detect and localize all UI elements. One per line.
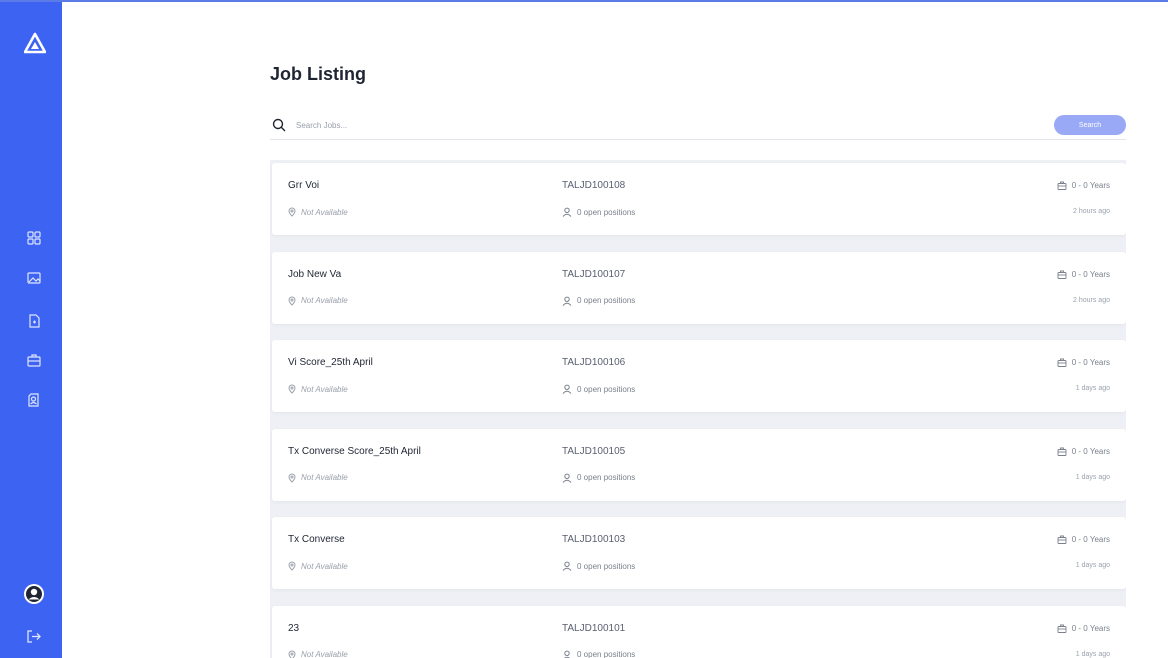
job-location-text: Not Available [301, 296, 348, 305]
job-title: Tx Converse [288, 534, 345, 545]
job-positions: 0 open positions [562, 561, 635, 571]
job-positions: 0 open positions [562, 296, 635, 306]
job-positions: 0 open positions [562, 650, 635, 658]
job-positions: 0 open positions [562, 207, 635, 217]
document-icon[interactable] [26, 313, 42, 329]
person-icon [562, 384, 572, 394]
job-posted-time: 2 hours ago [1073, 296, 1110, 304]
triangle-logo-icon[interactable] [24, 32, 46, 54]
job-experience: 0 - 0 Years [1057, 447, 1110, 456]
job-experience: 0 - 0 Years [1057, 624, 1110, 633]
job-positions-text: 0 open positions [577, 650, 636, 658]
job-id: TALJD100103 [562, 534, 626, 545]
job-posted-time: 1 days ago [1075, 473, 1110, 481]
job-posted-time: 2 hours ago [1073, 208, 1110, 215]
briefcase-icon [1057, 447, 1067, 456]
job-title: Job New Va [288, 268, 342, 280]
job-experience-text: 0 - 0 Years [1071, 623, 1110, 633]
briefcase-icon [1057, 624, 1067, 633]
job-posted-time: 1 days ago [1075, 650, 1110, 658]
job-title: Grr Voi [288, 180, 320, 191]
job-location: Not Available [288, 296, 348, 306]
job-experience: 0 - 0 Years [1057, 181, 1110, 190]
job-positions: 0 open positions [562, 384, 635, 394]
job-experience-text: 0 - 0 Years [1071, 446, 1110, 456]
job-location: Not Available [288, 650, 348, 658]
logout-icon[interactable] [25, 628, 42, 645]
person-icon [562, 296, 572, 306]
job-location: Not Available [288, 207, 348, 217]
job-location: Not Available [288, 561, 348, 571]
job-positions-text: 0 open positions [577, 561, 636, 571]
job-id: TALJD100106 [562, 357, 626, 368]
job-location-text: Not Available [301, 384, 348, 394]
job-positions: 0 open positions [562, 473, 635, 483]
job-experience-text: 0 - 0 Years [1071, 269, 1110, 279]
location-pin-icon [288, 384, 296, 394]
job-id: TALJD100101 [562, 622, 626, 634]
job-positions-text: 0 open positions [577, 207, 636, 217]
job-experience: 0 - 0 Years [1057, 358, 1110, 367]
job-experience: 0 - 0 Years [1057, 535, 1110, 544]
job-location-text: Not Available [301, 561, 348, 571]
search-bar: Search [270, 114, 1126, 140]
job-experience-text: 0 - 0 Years [1071, 535, 1110, 544]
search-icon [272, 118, 286, 132]
briefcase-icon [1057, 270, 1067, 279]
job-card[interactable]: Grr Voi Not Available TALJD100108 0 open… [272, 163, 1126, 235]
sidebar [0, 2, 62, 658]
job-positions-text: 0 open positions [577, 296, 636, 305]
job-location-text: Not Available [301, 207, 348, 217]
job-posted-time: 1 days ago [1075, 385, 1110, 392]
briefcase-icon[interactable] [26, 352, 42, 368]
dashboard-grid-icon[interactable] [26, 230, 42, 246]
person-icon [563, 650, 571, 658]
job-experience-text: 0 - 0 Years [1071, 358, 1110, 367]
job-id: TALJD100105 [562, 445, 626, 457]
main-content: Job Listing Search Grr Voi Not Available… [62, 2, 1168, 658]
job-experience-text: 0 - 0 Years [1071, 181, 1110, 190]
briefcase-icon [1057, 535, 1067, 544]
job-id: TALJD100107 [562, 268, 626, 280]
location-pin-icon [288, 561, 296, 571]
job-posted-time: 1 days ago [1075, 562, 1110, 569]
job-location: Not Available [288, 384, 348, 394]
job-id: TALJD100108 [562, 180, 626, 191]
job-card[interactable]: Tx Converse Score_25th April Not Availab… [272, 428, 1126, 501]
person-icon [562, 561, 572, 571]
job-location-text: Not Available [301, 473, 348, 482]
person-icon [562, 473, 572, 483]
job-title: Vi Score_25th April [288, 357, 373, 368]
job-card[interactable]: Tx Converse Not Available TALJD100103 0 … [272, 517, 1126, 589]
location-pin-icon [288, 650, 296, 658]
job-card[interactable]: Vi Score_25th April Not Available TALJD1… [272, 340, 1126, 412]
job-positions-text: 0 open positions [577, 384, 636, 394]
person-icon [562, 207, 572, 217]
job-card[interactable]: Job New Va Not Available TALJD100107 0 o… [272, 251, 1126, 324]
image-gallery-icon[interactable] [26, 270, 42, 286]
job-title: Tx Converse Score_25th April [288, 445, 421, 457]
job-experience: 0 - 0 Years [1057, 270, 1110, 279]
profile-document-icon[interactable] [26, 392, 42, 408]
job-location: Not Available [288, 473, 348, 483]
user-avatar-icon[interactable] [23, 583, 45, 605]
search-button[interactable]: Search [1054, 115, 1126, 135]
search-input[interactable] [296, 116, 896, 134]
briefcase-icon [1057, 181, 1067, 190]
page-title: Job Listing [270, 64, 366, 84]
location-pin-icon [288, 207, 296, 217]
job-location-text: Not Available [301, 650, 348, 658]
briefcase-icon [1057, 358, 1067, 367]
location-pin-icon [288, 473, 296, 483]
job-positions-text: 0 open positions [577, 473, 636, 482]
job-title: 23 [288, 622, 300, 634]
job-list: Grr Voi Not Available TALJD100108 0 open… [270, 160, 1126, 658]
location-pin-icon [288, 296, 296, 306]
job-card[interactable]: 23 Not Available TALJD100101 0 open posi… [272, 605, 1126, 658]
